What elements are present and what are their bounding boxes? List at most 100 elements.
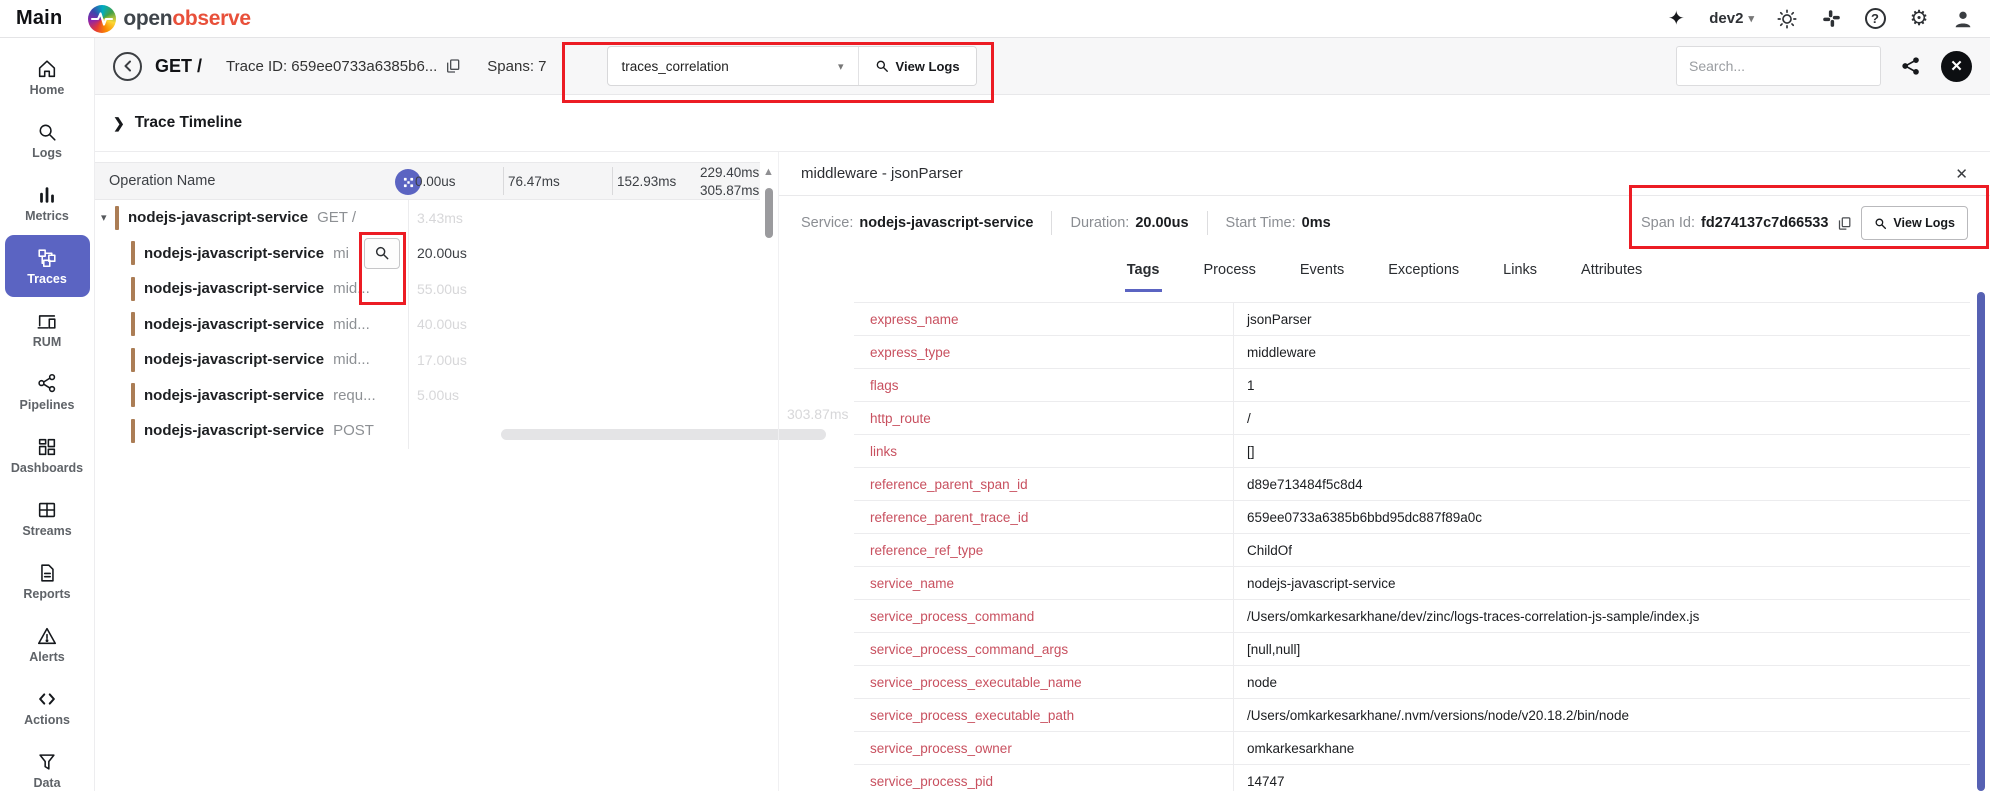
chevron-down-icon[interactable]: ▾ [101, 211, 107, 224]
duration-field: Duration: 20.00us [1070, 215, 1189, 231]
home-icon [36, 58, 58, 80]
timeline-panel: Operation Name 0.00us 76.47ms 152.93ms 2… [95, 152, 848, 791]
scrollbar-thumb[interactable] [765, 188, 773, 238]
tag-row: links [] [854, 435, 1970, 468]
tab-attributes[interactable]: Attributes [1579, 250, 1644, 292]
tag-value: [] [1247, 443, 1255, 459]
copy-trace-id-icon[interactable] [445, 58, 461, 74]
span-view-logs-button[interactable]: View Logs [1861, 206, 1968, 240]
span-name-cell: nodejs-javascript-service mid... [95, 312, 408, 337]
details-tabs: Tags Process Events Exceptions Links Attribut… [779, 250, 1990, 292]
tag-value: 1 [1247, 377, 1255, 393]
operation-name: mid... [333, 280, 370, 298]
settings-gear-icon[interactable]: ⚙ [1908, 8, 1930, 30]
sidebar-item-actions[interactable]: Actions [5, 676, 90, 738]
scroll-up-icon[interactable]: ▲ [763, 166, 774, 178]
view-logs-label: View Logs [895, 58, 960, 74]
span-row[interactable]: nodejs-javascript-service mid... 17.00us [95, 342, 760, 378]
span-row[interactable]: nodejs-javascript-service mid... 55.00us [95, 271, 760, 307]
org-selector[interactable]: dev2 ▾ [1709, 10, 1754, 27]
tick-label: 76.47ms [508, 173, 560, 189]
tag-row: http_route / [854, 402, 1970, 435]
span-row[interactable]: nodejs-javascript-service POST [95, 413, 760, 449]
operation-name: mi [333, 244, 349, 262]
tick-label: 0.00us [415, 173, 456, 189]
sidebar-item-alerts[interactable]: Alerts [5, 613, 90, 675]
chevron-down-icon: ▾ [837, 60, 844, 73]
service-color-bar [131, 241, 135, 266]
openobserve-logo: openobserve [88, 4, 251, 33]
tag-key: express_type [854, 336, 1234, 368]
sidebar-item-dashboards[interactable]: Dashboards [5, 424, 90, 486]
slack-icon[interactable] [1820, 8, 1842, 30]
sidebar-item-data[interactable]: Data [5, 739, 90, 791]
tag-key: http_route [854, 402, 1234, 434]
span-duration: 20.00us [417, 245, 467, 262]
span-duration: 40.00us [417, 316, 467, 333]
tags-table: express_name jsonParser express_type middle… [854, 302, 1970, 791]
details-scrollbar-thumb[interactable] [1977, 292, 1985, 791]
tab-events[interactable]: Events [1298, 250, 1346, 292]
span-search-button[interactable] [364, 237, 400, 269]
service-name: nodejs-javascript-service [144, 386, 325, 404]
actions-icon [36, 688, 58, 710]
view-logs-button[interactable]: View Logs [858, 47, 976, 85]
tag-row: service_process_owner omkarkesarkhane [854, 732, 1970, 765]
span-name-cell: nodejs-javascript-service mid... [95, 276, 408, 301]
span-name-cell: nodejs-javascript-service mid... [95, 347, 408, 372]
trace-method-title: GET / [155, 55, 203, 76]
sidebar-item-metrics[interactable]: Metrics [5, 172, 90, 234]
chevron-right-icon: ❯ [113, 114, 125, 131]
span-name-cell: nodejs-javascript-service POST [95, 418, 408, 443]
share-icon[interactable] [1901, 56, 1921, 76]
dashboards-icon [36, 436, 58, 458]
sidebar-item-rum[interactable]: RUM [5, 298, 90, 360]
close-trace-button[interactable]: ✕ [1941, 50, 1972, 82]
sidebar-item-home[interactable]: Home [5, 46, 90, 108]
back-button[interactable] [113, 51, 142, 81]
copy-span-id-icon[interactable] [1837, 216, 1852, 231]
sidebar-item-label: Reports [23, 586, 71, 601]
tick-label-stack: 229.40ms 305.87ms [700, 164, 759, 200]
span-row[interactable]: nodejs-javascript-service mi 20.00us [95, 236, 760, 272]
tag-key: reference_parent_trace_id [854, 501, 1234, 533]
theme-toggle-icon[interactable] [1776, 8, 1798, 30]
span-row[interactable]: ▾ nodejs-javascript-service GET / 3.43ms [95, 200, 760, 236]
tag-key: service_process_command [854, 600, 1234, 632]
tab-exceptions[interactable]: Exceptions [1386, 250, 1461, 292]
tag-value: / [1247, 410, 1251, 426]
tag-row: service_process_pid 14747 [854, 765, 1970, 791]
profile-icon[interactable] [1952, 8, 1974, 30]
span-duration: 17.00us [417, 351, 467, 368]
trace-timeline-section-toggle[interactable]: ❯ Trace Timeline [95, 95, 1990, 152]
service-field: Service: nodejs-javascript-service [801, 215, 1034, 231]
panel-scrollbar: ▲ [760, 152, 778, 791]
sidebar-item-reports[interactable]: Reports [5, 550, 90, 612]
span-row[interactable]: nodejs-javascript-service mid... 40.00us [95, 307, 760, 343]
help-icon[interactable]: ? [1864, 8, 1886, 30]
service-color-bar [115, 205, 119, 230]
close-details-icon[interactable]: ✕ [1955, 165, 1968, 183]
service-name: nodejs-javascript-service [144, 315, 325, 333]
tag-row: express_name jsonParser [854, 303, 1970, 336]
tag-row: service_process_executable_path/Users/om… [854, 699, 1970, 732]
span-id-field: Span Id: fd274137c7d66533 [1641, 215, 1829, 231]
sidebar-item-logs[interactable]: Logs [5, 109, 90, 171]
sidebar-item-pipelines[interactable]: Pipelines [5, 361, 90, 423]
tick-label: 152.93ms [617, 173, 677, 189]
ai-sparkle-icon[interactable]: ✦ [1665, 8, 1687, 30]
stream-select[interactable]: traces_correlation ▾ [608, 47, 858, 85]
tab-tags[interactable]: Tags [1124, 250, 1162, 292]
operation-name: POST [333, 422, 374, 440]
span-row[interactable]: nodejs-javascript-service requ... 5.00us [95, 378, 760, 414]
tag-row: service_process_command_args [null,null] [854, 633, 1970, 666]
tick-line [503, 167, 504, 195]
tick-line [612, 167, 613, 195]
sidebar-item-traces[interactable]: Traces [4, 235, 90, 297]
tab-process[interactable]: Process [1202, 250, 1258, 292]
metrics-icon [36, 184, 58, 206]
tab-links[interactable]: Links [1501, 250, 1539, 292]
search-input[interactable] [1676, 46, 1881, 86]
sidebar-item-streams[interactable]: Streams [5, 487, 90, 549]
section-title: Trace Timeline [134, 114, 243, 131]
